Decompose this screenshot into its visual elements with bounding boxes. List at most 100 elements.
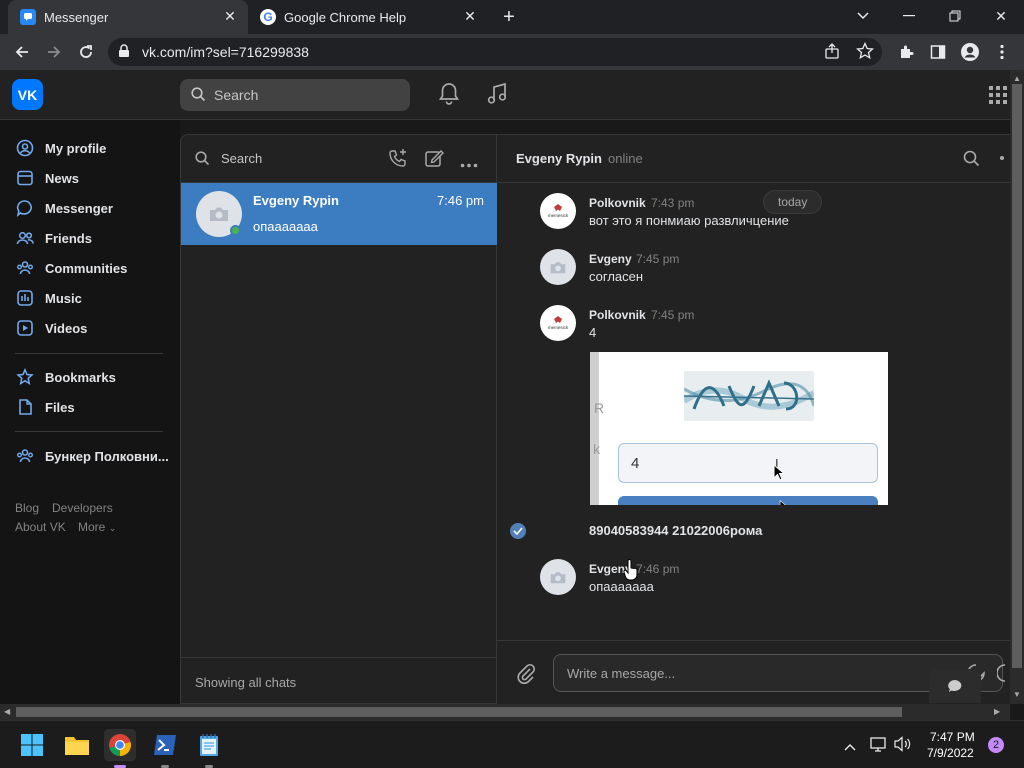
tab-search-chevron-icon[interactable] — [840, 0, 886, 32]
forward-icon[interactable] — [42, 40, 66, 64]
apps-grid-icon[interactable] — [988, 85, 1008, 110]
chrome-icon[interactable] — [104, 729, 136, 761]
message-time: 7:46 pm — [636, 562, 680, 576]
captcha-input: 4 I — [618, 443, 878, 483]
message-author[interactable]: Polkovnik — [589, 308, 646, 322]
windows-start-icon[interactable] — [16, 729, 48, 761]
scroll-left-icon[interactable]: ◀ — [4, 707, 10, 716]
new-tab-button[interactable]: + — [486, 1, 532, 33]
bell-icon[interactable] — [438, 82, 460, 111]
footer-about-link[interactable]: About VK — [15, 520, 66, 534]
clock-time[interactable]: 7:47 PM — [930, 730, 975, 744]
footer-developers-link[interactable]: Developers — [52, 501, 113, 515]
chevron-up-icon[interactable] — [844, 738, 856, 756]
news-icon — [15, 168, 35, 188]
powershell-icon[interactable] — [149, 729, 181, 761]
message-author[interactable]: Evgeny — [589, 252, 632, 266]
image-side-letter: R — [594, 400, 605, 416]
footer-more-link[interactable]: More ⌄ — [78, 520, 116, 534]
attach-icon[interactable] — [516, 663, 536, 690]
network-icon[interactable] — [870, 736, 888, 757]
more-icon[interactable] — [460, 155, 478, 173]
more-icon[interactable] — [1000, 156, 1004, 160]
volume-icon[interactable] — [894, 736, 912, 757]
clock-date[interactable]: 7/9/2022 — [927, 746, 974, 760]
search-icon — [191, 87, 206, 107]
nav-item-news[interactable]: News — [15, 166, 79, 190]
star-icon[interactable] — [855, 41, 875, 65]
search-icon[interactable] — [963, 150, 980, 172]
horizontal-scrollbar[interactable]: ◀ ▶ — [0, 704, 1010, 720]
conversation-title[interactable]: Evgeny Rypin — [516, 151, 602, 166]
vk-search-input[interactable]: Search — [180, 79, 410, 111]
address-bar[interactable]: vk.com/im?sel=716299838 — [108, 38, 882, 66]
message-text: опааааааа — [589, 579, 654, 594]
nav-item-group[interactable]: Бункер Полковни... — [15, 444, 169, 468]
search-icon — [195, 151, 210, 171]
scroll-right-icon[interactable]: ▶ — [994, 707, 1000, 716]
call-add-icon[interactable] — [388, 148, 408, 173]
chat-bubble-button[interactable] — [929, 669, 981, 703]
chat-item-selected[interactable]: Evgeny Rypin 7:46 pm опааааааа — [181, 183, 497, 245]
avatar — [540, 249, 576, 285]
nav-item-files[interactable]: Files — [15, 395, 75, 419]
music-note-icon[interactable] — [486, 82, 508, 111]
showing-all-chats[interactable]: Showing all chats — [195, 675, 296, 690]
share-icon[interactable] — [824, 43, 840, 64]
notepad-icon[interactable] — [193, 729, 225, 761]
message-image-attachment[interactable]: R k 4 I — [590, 352, 888, 505]
check-selected-icon[interactable] — [510, 523, 526, 539]
vertical-scrollbar[interactable]: ▲ ▼ — [1010, 70, 1024, 704]
chat-time: 7:46 pm — [437, 193, 484, 208]
close-tab-icon[interactable]: ✕ — [462, 8, 478, 24]
taskbar: 7:47 PM 7/9/2022 2 — [0, 720, 1024, 768]
nav-item-music[interactable]: Music — [15, 286, 82, 310]
captcha-image — [682, 371, 816, 421]
captcha-submit-button — [618, 496, 878, 505]
nav-label: Бункер Полковни... — [45, 448, 169, 464]
close-window-button[interactable]: ✕ — [978, 0, 1024, 32]
tab-strip: Messenger ✕ G Google Chrome Help ✕ + ✕ — [0, 0, 1024, 34]
scrollbar-thumb[interactable] — [1012, 84, 1022, 668]
file-explorer-icon[interactable] — [61, 729, 93, 761]
message-author[interactable]: Polkovnik — [589, 196, 646, 210]
tab-messenger[interactable]: Messenger ✕ — [8, 0, 248, 34]
nav-item-my-profile[interactable]: My profile — [15, 136, 106, 160]
image-left-edge — [590, 352, 599, 505]
online-status: online — [608, 151, 643, 166]
side-panel-icon[interactable] — [926, 40, 950, 64]
hand-cursor-icon — [623, 559, 639, 586]
chat-list-footer: Showing all chats — [181, 657, 496, 703]
reload-icon[interactable] — [74, 40, 98, 64]
chat-list-header: Search — [181, 135, 496, 183]
tab-chrome-help[interactable]: G Google Chrome Help ✕ — [248, 0, 488, 34]
url-text: vk.com/im?sel=716299838 — [142, 44, 309, 60]
notification-badge[interactable]: 2 — [988, 737, 1004, 753]
nav-item-friends[interactable]: Friends — [15, 226, 92, 250]
close-tab-icon[interactable]: ✕ — [222, 8, 238, 24]
chat-search-input[interactable]: Search — [221, 151, 262, 166]
restore-button[interactable] — [932, 0, 978, 32]
profile-avatar-icon[interactable] — [958, 40, 982, 64]
avatar-label: memesick — [548, 213, 569, 218]
messenger-icon — [15, 198, 35, 218]
extensions-icon[interactable] — [894, 40, 918, 64]
nav-label: Music — [45, 290, 82, 306]
nav-item-videos[interactable]: Videos — [15, 316, 87, 340]
scroll-down-icon[interactable]: ▼ — [1013, 690, 1021, 699]
footer-blog-link[interactable]: Blog — [15, 501, 39, 515]
lock-icon[interactable] — [118, 44, 130, 63]
scrollbar-thumb[interactable] — [16, 707, 902, 717]
nav-item-communities[interactable]: Communities — [15, 256, 127, 280]
vk-logo-icon[interactable]: VK — [12, 79, 43, 110]
menu-kebab-icon[interactable] — [990, 40, 1014, 64]
nav-item-bookmarks[interactable]: Bookmarks — [15, 365, 116, 389]
scroll-up-icon[interactable]: ▲ — [1013, 74, 1021, 83]
nav-label: My profile — [45, 140, 107, 156]
minimize-button[interactable] — [886, 0, 932, 32]
emoji-icon[interactable] — [996, 663, 1006, 688]
compose-icon[interactable] — [424, 148, 444, 173]
nav-item-messenger[interactable]: Messenger — [15, 196, 113, 220]
back-icon[interactable] — [10, 40, 34, 64]
message-text: согласен — [589, 269, 644, 284]
